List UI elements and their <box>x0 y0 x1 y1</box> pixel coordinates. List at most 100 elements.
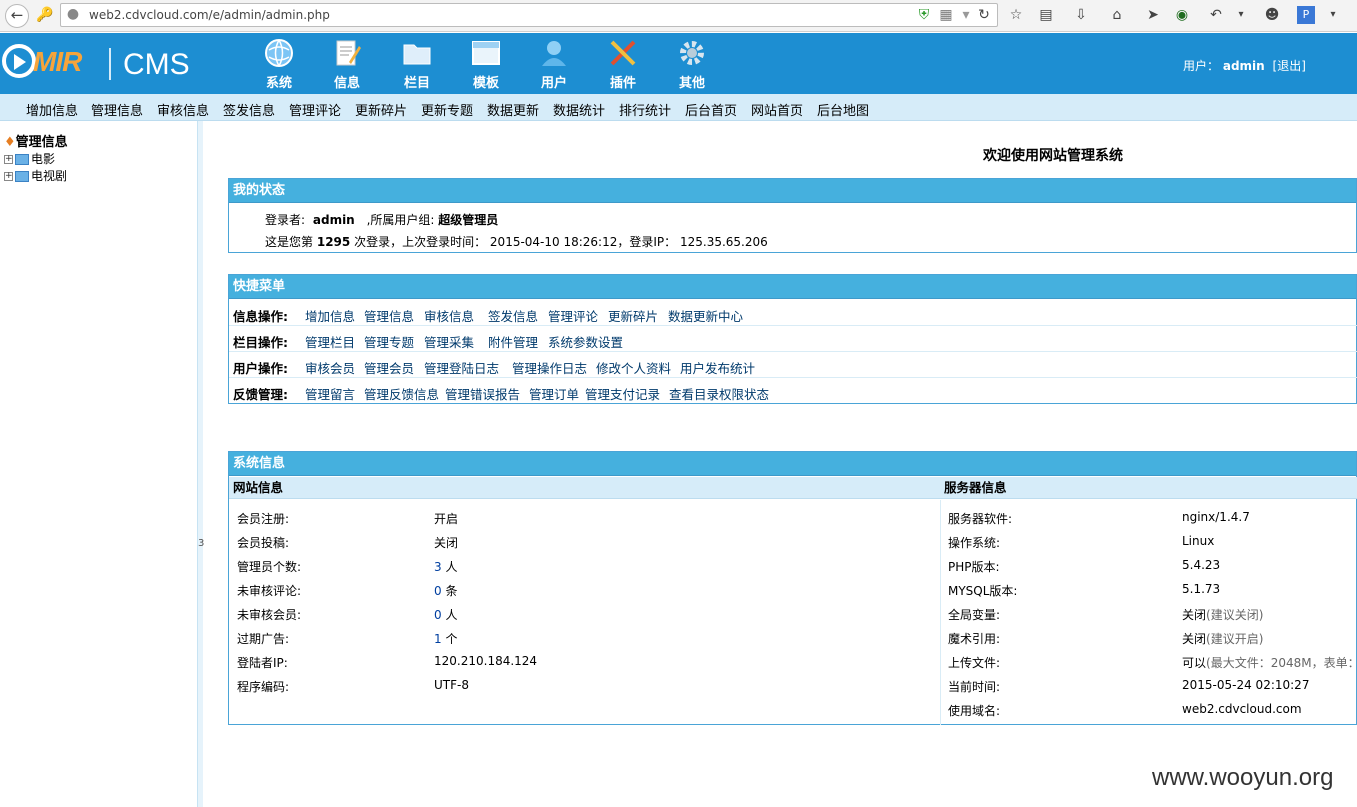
subnav-review-info[interactable]: 审核信息 <box>157 100 209 119</box>
quick-link-feedback[interactable]: 管理反馈信息 <box>364 384 439 403</box>
home-icon[interactable]: ⌂ <box>1106 4 1128 26</box>
subnav-admin-map[interactable]: 后台地图 <box>817 100 869 119</box>
shield-icon[interactable]: ⛨ <box>913 4 935 26</box>
expand-icon[interactable]: + <box>4 155 13 164</box>
subnav-site-home[interactable]: 网站首页 <box>751 100 803 119</box>
pending-members[interactable]: 0 <box>434 608 442 622</box>
expand-icon[interactable]: + <box>4 172 13 181</box>
login-user: admin <box>312 213 355 227</box>
star-icon[interactable]: ☆ <box>1005 4 1027 26</box>
tree-node-label: 电影 <box>31 152 56 166</box>
logout-link[interactable]: [退出] <box>1273 59 1306 73</box>
top-menu-user[interactable]: 用户 <box>524 36 584 92</box>
quick-menu-panel: 快捷菜单 信息操作: 增加信息 管理信息 审核信息 签发信息 管理评论 更新碎片… <box>228 274 1357 404</box>
subnav-manage-info[interactable]: 管理信息 <box>91 100 143 119</box>
key-icon[interactable]: 🔑 <box>34 4 56 26</box>
top-menu-info[interactable]: 信息 <box>317 36 377 92</box>
top-menu-plugin[interactable]: 插件 <box>593 36 653 92</box>
site-value: UTF-8 <box>434 678 469 692</box>
subnav-data-stats[interactable]: 数据统计 <box>553 100 605 119</box>
quick-row-label: 反馈管理: <box>233 387 288 402</box>
top-menu-template[interactable]: 模板 <box>456 36 516 92</box>
server-key: 操作系统: <box>948 536 1001 550</box>
download-icon[interactable]: ⇩ <box>1070 4 1092 26</box>
subnav-update-topics[interactable]: 更新专题 <box>421 100 473 119</box>
top-menu-column[interactable]: 栏目 <box>387 36 447 92</box>
subnav-admin-home[interactable]: 后台首页 <box>685 100 737 119</box>
subnav-update-fragments[interactable]: 更新碎片 <box>355 100 407 119</box>
quick-link-review-info[interactable]: 审核信息 <box>424 306 474 325</box>
reader-icon[interactable]: ▤ <box>1035 4 1057 26</box>
menu-icon[interactable]: ▾ <box>1322 4 1344 26</box>
quick-link-edit-profile[interactable]: 修改个人资料 <box>596 358 671 377</box>
quick-link-operation-log[interactable]: 管理操作日志 <box>512 358 587 377</box>
login-count-line: 这是您第 1295 次登录，上次登录时间： 2015-04-10 18:26:1… <box>265 233 768 250</box>
quick-link-data-update-center[interactable]: 数据更新中心 <box>668 306 743 325</box>
top-menu-system[interactable]: 系统 <box>249 36 309 92</box>
quick-link-manage-members[interactable]: 管理会员 <box>364 358 414 377</box>
folder-icon <box>15 171 29 182</box>
subnav-manage-comments[interactable]: 管理评论 <box>289 100 341 119</box>
dropdown-icon[interactable]: ▾ <box>1230 4 1252 26</box>
logo-divider <box>109 48 111 80</box>
site-value-row: 1 个 <box>434 630 457 647</box>
quick-link-messages[interactable]: 管理留言 <box>305 384 355 403</box>
server-value: 5.4.23 <box>1182 558 1221 572</box>
user-icon[interactable]: ☻ <box>1261 4 1283 26</box>
quick-link-update-fragments[interactable]: 更新碎片 <box>608 306 658 325</box>
url-text[interactable]: web2.cdvcloud.com/e/admin/admin.php <box>89 8 330 22</box>
pinyin-icon[interactable]: P <box>1297 6 1315 24</box>
subnav-add-info[interactable]: 增加信息 <box>26 100 78 119</box>
subnav-sign-info[interactable]: 签发信息 <box>223 100 275 119</box>
quick-link-manage-comments[interactable]: 管理评论 <box>548 306 598 325</box>
quick-link-manage-topics[interactable]: 管理专题 <box>364 332 414 351</box>
sub-navigation: 增加信息 管理信息 审核信息 签发信息 管理评论 更新碎片 更新专题 数据更新 … <box>0 94 1357 121</box>
quick-link-manage-info[interactable]: 管理信息 <box>364 306 414 325</box>
site-key: 过期广告: <box>237 632 290 646</box>
top-menu-label: 信息 <box>333 76 360 91</box>
back-arrow-icon[interactable]: ← <box>5 4 29 28</box>
quick-link-orders[interactable]: 管理订单 <box>529 384 579 403</box>
ip-label: ，登录IP： <box>617 235 677 249</box>
quick-link-error-reports[interactable]: 管理错误报告 <box>445 384 520 403</box>
server-value-row: 关闭(建议开启) <box>1182 630 1263 647</box>
quick-link-user-post-stats[interactable]: 用户发布统计 <box>680 358 755 377</box>
left-tree: ♦管理信息 + 电影 + 电视剧 <box>0 121 197 807</box>
subnav-rank-stats[interactable]: 排行统计 <box>619 100 671 119</box>
expired-ads[interactable]: 1 <box>434 632 442 646</box>
refresh-icon[interactable]: ↻ <box>973 4 995 26</box>
quick-link-review-members[interactable]: 审核会员 <box>305 358 355 377</box>
tree-node-tv[interactable]: + 电视剧 <box>4 167 67 184</box>
extension-icon[interactable]: ◉ <box>1171 4 1193 26</box>
quick-link-system-settings[interactable]: 系统参数设置 <box>548 332 623 351</box>
send-icon[interactable]: ➤ <box>1142 4 1164 26</box>
site-key: 程序编码: <box>237 680 290 694</box>
server-value: Linux <box>1182 534 1215 548</box>
server-key: 使用域名: <box>948 704 1001 718</box>
address-bar[interactable]: ● web2.cdvcloud.com/e/admin/admin.php ⛨ … <box>60 3 998 27</box>
count-suffix: 次登录，上次登录时间： <box>354 235 487 249</box>
quick-link-manage-collect[interactable]: 管理采集 <box>424 332 474 351</box>
server-key: PHP版本: <box>948 560 1000 574</box>
top-menu-other[interactable]: 其他 <box>662 36 722 92</box>
tree-root[interactable]: ♦管理信息 <box>4 131 68 150</box>
quick-link-sign-info[interactable]: 签发信息 <box>488 306 538 325</box>
quick-link-dir-permissions[interactable]: 查看目录权限状态 <box>669 384 769 403</box>
top-menu-label: 其他 <box>678 76 705 91</box>
quick-link-payment-records[interactable]: 管理支付记录 <box>585 384 660 403</box>
qrcode-icon[interactable]: ▦ <box>935 4 957 26</box>
site-value: 开启 <box>434 512 459 526</box>
pending-comments[interactable]: 0 <box>434 584 442 598</box>
undo-icon[interactable]: ↶ <box>1205 4 1227 26</box>
quick-link-manage-columns[interactable]: 管理栏目 <box>305 332 355 351</box>
admin-count[interactable]: 3 <box>434 560 442 574</box>
subnav-data-update[interactable]: 数据更新 <box>487 100 539 119</box>
user-label: 用户： <box>1183 59 1220 73</box>
quick-link-add-info[interactable]: 增加信息 <box>305 306 355 325</box>
unit: 人 <box>445 608 458 622</box>
login-info-line: 登录者: admin ,所属用户组: 超级管理员 <box>265 211 498 228</box>
quick-link-attachments[interactable]: 附件管理 <box>488 332 538 351</box>
logo-text: MIR <box>33 46 82 77</box>
quick-link-login-log[interactable]: 管理登陆日志 <box>424 358 499 377</box>
tree-node-movie[interactable]: + 电影 <box>4 150 55 167</box>
